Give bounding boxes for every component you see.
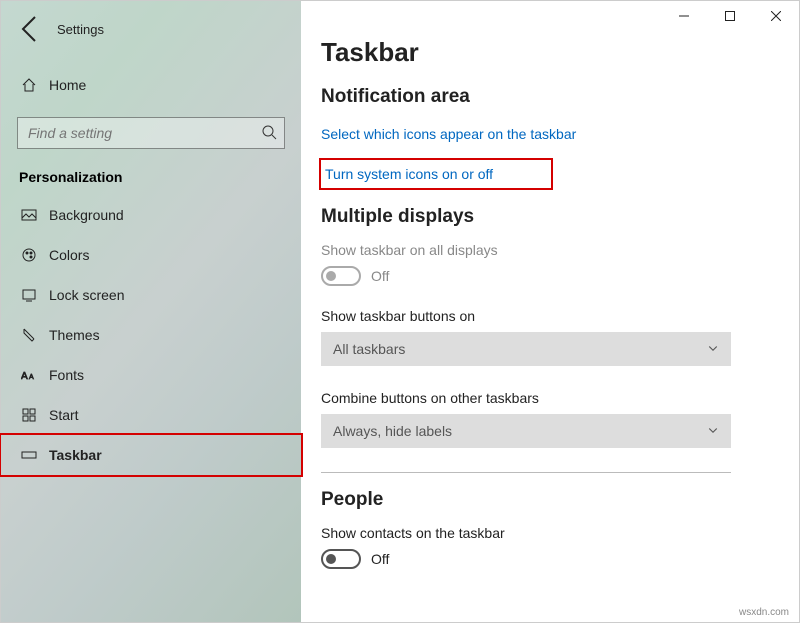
sidebar-item-label: Fonts [49,367,84,383]
sidebar-item-colors[interactable]: Colors [1,235,301,275]
toggle-show-contacts-state: Off [371,551,389,567]
themes-icon [21,327,49,343]
home-icon [21,77,49,93]
minimize-button[interactable] [661,1,707,31]
fonts-icon: AA [21,367,49,383]
search-container [17,117,285,149]
sidebar-item-label: Start [49,407,79,423]
sidebar-item-themes[interactable]: Themes [1,315,301,355]
start-icon [21,407,49,423]
toggle-show-contacts[interactable] [321,549,361,569]
svg-text:A: A [29,374,34,381]
section-heading-notification: Notification area [321,86,799,108]
home-label: Home [49,77,86,93]
sidebar-item-lockscreen[interactable]: Lock screen [1,275,301,315]
section-heading-people: People [321,489,799,511]
sidebar-item-label: Lock screen [49,287,124,303]
sidebar-home[interactable]: Home [1,65,301,105]
watermark: wsxdn.com [739,607,789,618]
taskbar-icon [21,447,49,463]
toggle-show-all-displays-state: Off [371,268,389,284]
toggle-show-all-displays [321,266,361,286]
combo-combine-buttons[interactable]: Always, hide labels [321,414,731,448]
palette-icon [21,247,49,263]
titlebar [1,1,799,33]
combo-show-buttons-on[interactable]: All taskbars [321,332,731,366]
sidebar-item-fonts[interactable]: AA Fonts [1,355,301,395]
search-input[interactable] [17,117,285,149]
combo-value: Always, hide labels [333,423,452,439]
chevron-down-icon [707,423,719,439]
chevron-down-icon [707,341,719,357]
category-heading: Personalization [19,169,301,185]
link-select-icons[interactable]: Select which icons appear on the taskbar [321,122,799,146]
link-system-icons[interactable]: Turn system icons on or off [321,160,551,188]
sidebar-item-label: Background [49,207,124,223]
label-show-all-displays: Show taskbar on all displays [321,242,799,258]
section-divider [321,472,731,473]
sidebar-item-label: Themes [49,327,100,343]
section-heading-multiple-displays: Multiple displays [321,206,799,228]
label-show-buttons-on: Show taskbar buttons on [321,308,799,324]
sidebar-item-label: Taskbar [49,447,102,463]
close-button[interactable] [753,1,799,31]
svg-text:A: A [21,371,28,382]
search-icon [261,124,277,145]
sidebar-item-start[interactable]: Start [1,395,301,435]
sidebar-item-taskbar[interactable]: Taskbar [1,435,301,475]
sidebar: Settings Home Personalization Background [1,1,301,622]
sidebar-item-background[interactable]: Background [1,195,301,235]
picture-icon [21,207,49,223]
combo-value: All taskbars [333,341,405,357]
page-title: Taskbar [321,37,799,68]
maximize-button[interactable] [707,1,753,31]
sidebar-item-label: Colors [49,247,89,263]
main-content: Taskbar Notification area Select which i… [301,1,799,622]
label-show-contacts: Show contacts on the taskbar [321,525,799,541]
lockscreen-icon [21,287,49,303]
label-combine-buttons: Combine buttons on other taskbars [321,390,799,406]
